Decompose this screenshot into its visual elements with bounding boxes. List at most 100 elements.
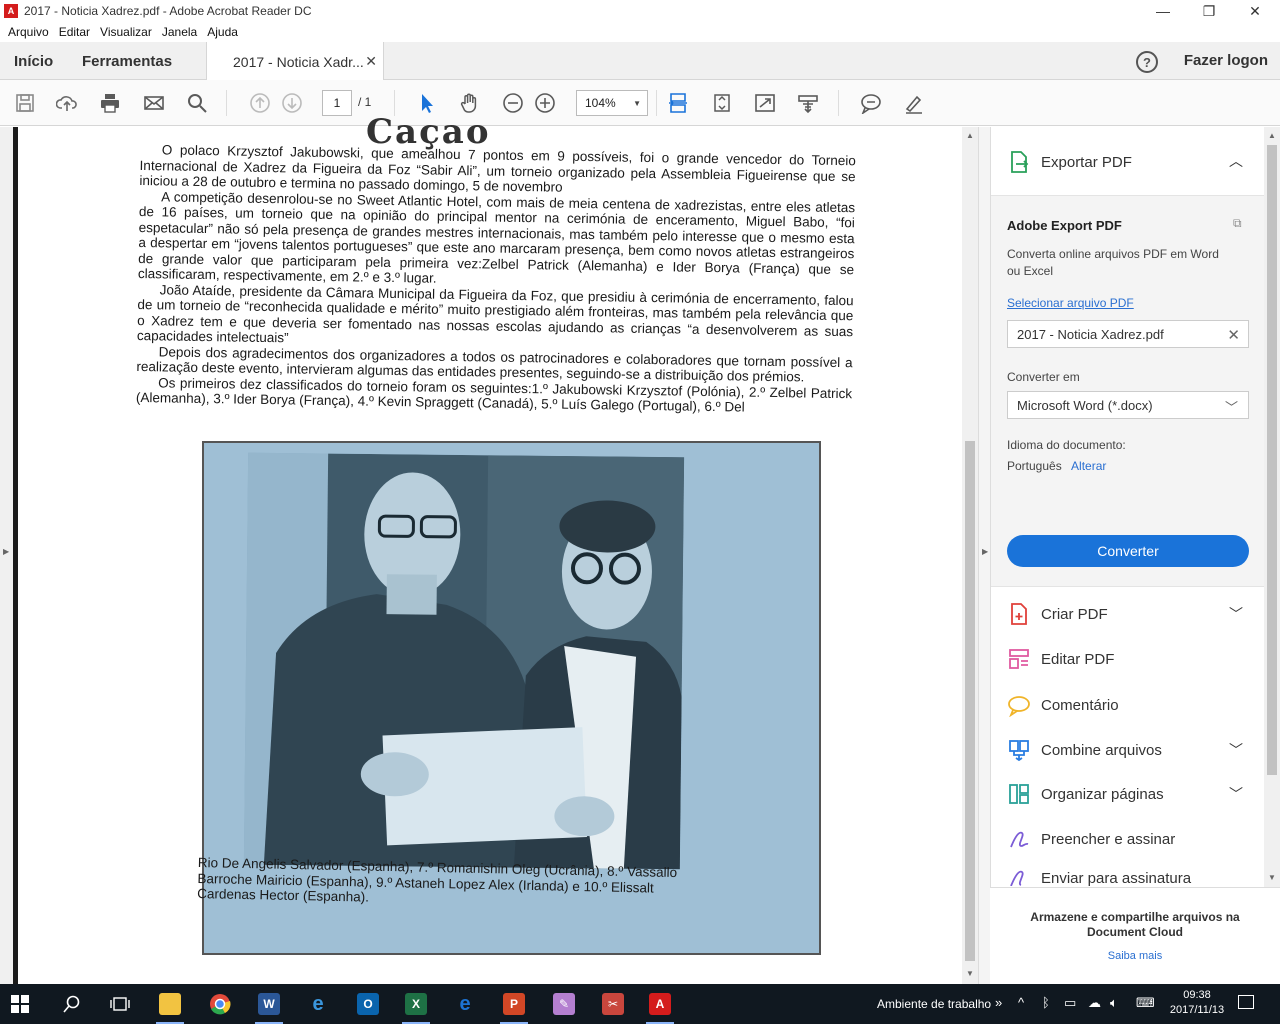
previous-page-icon[interactable] bbox=[247, 90, 273, 116]
chevron-right-icon: ▶ bbox=[3, 547, 10, 556]
onedrive-icon[interactable]: ☁ bbox=[1088, 995, 1101, 1011]
zoom-level-select[interactable]: 104% ▼ bbox=[576, 90, 648, 116]
convert-format-select[interactable]: Microsoft Word (*.docx) ﹀ bbox=[1007, 391, 1249, 419]
page-total: / 1 bbox=[358, 95, 372, 109]
close-tab-icon[interactable]: ✕ bbox=[365, 53, 377, 70]
close-window-button[interactable]: ✕ bbox=[1232, 0, 1278, 22]
print-icon[interactable] bbox=[97, 90, 123, 116]
email-icon[interactable] bbox=[141, 90, 167, 116]
clock-date: 2017/11/13 bbox=[1169, 1004, 1225, 1016]
bluetooth-icon[interactable]: ᛒ bbox=[1042, 995, 1050, 1010]
ie-edge-blue-icon[interactable]: e bbox=[449, 988, 481, 1020]
left-nav-collapse[interactable]: ▶ bbox=[0, 127, 13, 984]
acrobat-taskbar-icon[interactable]: A bbox=[644, 988, 676, 1024]
toolbar-more-icon[interactable]: » bbox=[995, 995, 1002, 1010]
acrobat-app-icon: A bbox=[4, 4, 18, 18]
tab-ferramentas[interactable]: Ferramentas bbox=[82, 42, 172, 80]
chevron-up-icon[interactable]: ︿ bbox=[1229, 151, 1243, 171]
fit-page-icon[interactable] bbox=[709, 90, 735, 116]
clear-file-icon[interactable]: ✕ bbox=[1227, 326, 1240, 344]
tool-organizar-paginas[interactable]: Organizar páginas ﹀ bbox=[1007, 780, 1251, 808]
volume-icon[interactable]: 🔈︎ bbox=[1110, 995, 1118, 1011]
tool-comentario[interactable]: Comentário bbox=[1007, 691, 1251, 719]
scroll-down-icon[interactable]: ▼ bbox=[966, 969, 974, 978]
help-icon[interactable]: ? bbox=[1136, 51, 1158, 73]
comment-icon[interactable] bbox=[858, 90, 884, 116]
highlight-pen-icon[interactable] bbox=[900, 90, 926, 116]
menu-ajuda[interactable]: Ajuda bbox=[207, 25, 238, 39]
scrollbar-thumb[interactable] bbox=[965, 441, 975, 961]
scroll-up-icon[interactable]: ▲ bbox=[1268, 131, 1276, 140]
export-pdf-header[interactable]: Exportar PDF ︿ bbox=[1007, 149, 1251, 175]
document-scrollbar[interactable]: ▲ ▼ bbox=[962, 127, 978, 984]
system-clock[interactable]: 09:38 2017/11/13 bbox=[1162, 988, 1232, 1018]
edit-pdf-icon bbox=[1009, 649, 1029, 669]
task-view-icon[interactable] bbox=[104, 988, 136, 1020]
restore-button[interactable]: ❐ bbox=[1186, 0, 1232, 22]
desktop-toolbar-label[interactable]: Ambiente de trabalho bbox=[877, 997, 991, 1011]
tab-inicio[interactable]: Início bbox=[14, 42, 53, 80]
keyboard-icon[interactable]: ⌨ bbox=[1136, 995, 1155, 1011]
select-pdf-link[interactable]: Selecionar arquivo PDF bbox=[1007, 296, 1134, 310]
word-icon[interactable]: W bbox=[253, 988, 285, 1024]
menu-visualizar[interactable]: Visualizar bbox=[100, 25, 152, 39]
tool-preencher-assinar[interactable]: Preencher e assinar bbox=[1007, 825, 1251, 853]
convert-button[interactable]: Converter bbox=[1007, 535, 1249, 567]
language-label: Idioma do documento: bbox=[1007, 438, 1126, 452]
scroll-up-icon[interactable]: ▲ bbox=[966, 131, 974, 140]
tab-bar: Início Ferramentas 2017 - Noticia Xadr..… bbox=[0, 42, 1280, 81]
show-hidden-icons-icon[interactable]: ^ bbox=[1018, 995, 1024, 1010]
scroll-down-icon[interactable]: ▼ bbox=[1268, 873, 1276, 882]
zoom-in-icon[interactable] bbox=[532, 90, 558, 116]
cloud-sync-icon[interactable]: ⧉ bbox=[1233, 216, 1249, 230]
save-icon[interactable] bbox=[12, 90, 38, 116]
page-number-input[interactable]: 1 bbox=[322, 90, 352, 116]
export-pdf-panel: Adobe Export PDF ⧉ Converta online arqui… bbox=[991, 195, 1265, 587]
scroll-mode-icon[interactable] bbox=[665, 90, 691, 116]
tool-criar-pdf[interactable]: Criar PDF ﹀ bbox=[1007, 600, 1251, 628]
minimize-button[interactable]: — bbox=[1140, 0, 1186, 22]
language-value: Português bbox=[1007, 459, 1062, 473]
outlook-icon[interactable]: O bbox=[352, 988, 384, 1020]
file-explorer-icon[interactable] bbox=[154, 988, 186, 1024]
chevron-right-icon: ▶ bbox=[982, 547, 989, 556]
search-icon[interactable] bbox=[56, 988, 88, 1020]
windows-taskbar: W e O X e P ✎ ✂ A Ambiente de trabalho »… bbox=[0, 984, 1280, 1024]
scrollbar-thumb[interactable] bbox=[1267, 145, 1277, 775]
comment-icon bbox=[1008, 696, 1030, 717]
chrome-icon[interactable] bbox=[204, 988, 236, 1020]
menu-janela[interactable]: Janela bbox=[162, 25, 197, 39]
upload-cloud-icon[interactable] bbox=[54, 90, 80, 116]
tab-document[interactable]: 2017 - Noticia Xadr... ✕ bbox=[206, 42, 384, 81]
article-photo: Rio De Angelis Salvador (Espanha), 7.º R… bbox=[197, 441, 821, 955]
tools-pane-scrollbar[interactable]: ▲ ▼ bbox=[1264, 127, 1280, 887]
zoom-out-icon[interactable] bbox=[500, 90, 526, 116]
search-icon[interactable] bbox=[184, 90, 210, 116]
right-panel-collapse[interactable]: ▶ bbox=[978, 127, 990, 984]
tool-editar-pdf[interactable]: Editar PDF bbox=[1007, 645, 1251, 673]
next-page-icon[interactable] bbox=[279, 90, 305, 116]
excel-icon[interactable]: X bbox=[400, 988, 432, 1024]
powerpoint-icon[interactable]: P bbox=[498, 988, 530, 1024]
learn-more-link[interactable]: Saiba mais bbox=[990, 950, 1280, 962]
export-pdf-icon bbox=[1011, 151, 1029, 173]
edge-icon[interactable]: e bbox=[302, 988, 334, 1020]
tool-enviar-assinatura[interactable]: Enviar para assinatura bbox=[1007, 870, 1251, 886]
read-mode-icon[interactable] bbox=[795, 90, 821, 116]
full-screen-icon[interactable] bbox=[752, 90, 778, 116]
menu-arquivo[interactable]: Arquivo bbox=[8, 25, 49, 39]
tool-combine-arquivos[interactable]: Combine arquivos ﹀ bbox=[1007, 736, 1251, 764]
snipping-tool-icon[interactable]: ✂ bbox=[597, 988, 629, 1020]
language-row: Português Alterar bbox=[1007, 459, 1106, 473]
battery-icon[interactable]: ▭ bbox=[1064, 995, 1076, 1011]
article-paragraph: João Ataíde, presidente da Câmara Munici… bbox=[136, 281, 854, 346]
action-center-icon[interactable] bbox=[1238, 995, 1254, 1009]
paint-icon[interactable]: ✎ bbox=[548, 988, 580, 1020]
zoom-level-value: 104% bbox=[585, 96, 616, 110]
start-menu-icon[interactable] bbox=[4, 988, 36, 1020]
export-pdf-title: Exportar PDF bbox=[1041, 153, 1132, 171]
menu-editar[interactable]: Editar bbox=[59, 25, 90, 39]
change-language-link[interactable]: Alterar bbox=[1071, 459, 1106, 473]
login-button[interactable]: Fazer logon bbox=[1184, 52, 1268, 69]
selected-file-field[interactable]: 2017 - Noticia Xadrez.pdf ✕ bbox=[1007, 320, 1249, 348]
